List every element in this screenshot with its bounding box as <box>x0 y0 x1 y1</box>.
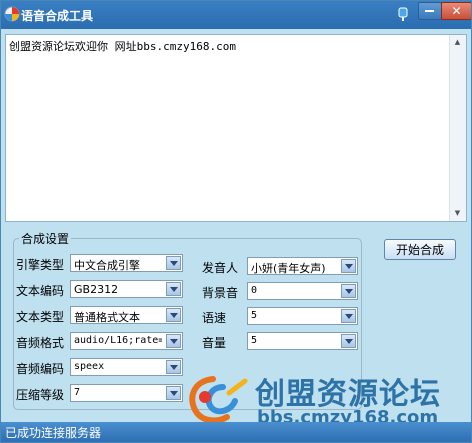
speed-select[interactable]: 5 <box>247 307 358 325</box>
text-content[interactable]: 创盟资源论坛欢迎你 网址bbs.cmzy168.com <box>9 38 236 54</box>
text-input-area[interactable]: 创盟资源论坛欢迎你 网址bbs.cmzy168.com ▲ ▼ <box>5 34 467 222</box>
chevron-down-icon[interactable] <box>341 334 356 348</box>
volume-label: 音量 <box>202 336 227 350</box>
text-type-select[interactable]: 普通格式文本 <box>70 306 183 324</box>
app-window: 语音合成工具 ✕ 创盟资源论坛欢迎你 网址bbs.cmzy168.com ▲ ▼… <box>0 0 472 443</box>
watermark-logo-icon <box>189 376 248 424</box>
volume-select[interactable]: 5 <box>247 332 358 350</box>
settings-group-title: 合成设置 <box>19 230 72 247</box>
speaker-label: 发音人 <box>202 261 239 275</box>
text-encoding-label: 文本编码 <box>16 284 65 298</box>
engine-type-select[interactable]: 中文合成引擎 <box>70 254 183 272</box>
audio-encoding-select[interactable]: speex <box>70 358 183 376</box>
start-synthesis-button[interactable]: 开始合成 <box>384 239 456 260</box>
scroll-down-icon[interactable]: ▼ <box>450 206 465 221</box>
close-icon: ✕ <box>451 4 462 18</box>
status-bar: 已成功连接服务器 <box>1 422 471 442</box>
text-encoding-select[interactable]: GB2312 <box>70 280 183 298</box>
chevron-down-icon[interactable] <box>166 334 181 348</box>
text-type-label: 文本类型 <box>16 310 65 324</box>
chevron-down-icon[interactable] <box>341 259 356 273</box>
chevron-down-icon[interactable] <box>341 309 356 323</box>
engine-type-label: 引擎类型 <box>16 258 65 272</box>
window-title: 语音合成工具 <box>21 9 94 23</box>
chevron-down-icon[interactable] <box>166 386 181 400</box>
compression-level-select[interactable]: 7 <box>70 384 183 402</box>
title-bar[interactable]: 语音合成工具 ✕ <box>1 1 471 29</box>
close-button[interactable]: ✕ <box>441 2 471 20</box>
chevron-down-icon[interactable] <box>166 360 181 374</box>
audio-format-label: 音频格式 <box>16 336 65 350</box>
chevron-down-icon[interactable] <box>166 256 181 270</box>
chevron-down-icon[interactable] <box>341 284 356 298</box>
speaker-select[interactable]: 小妍(青年女声) <box>247 257 358 275</box>
speed-label: 语速 <box>202 311 227 325</box>
compression-level-label: 压缩等级 <box>16 388 65 402</box>
minimize-button[interactable] <box>418 2 442 20</box>
audio-format-select[interactable]: audio/L16;rate= <box>70 332 183 350</box>
chevron-down-icon[interactable] <box>166 282 181 296</box>
pin-icon[interactable] <box>395 6 411 22</box>
chevron-down-icon[interactable] <box>166 308 181 322</box>
status-text: 已成功连接服务器 <box>5 426 102 440</box>
audio-encoding-label: 音频编码 <box>16 362 65 376</box>
background-sound-select[interactable]: 0 <box>247 282 358 300</box>
background-sound-label: 背景音 <box>202 286 239 300</box>
scroll-up-icon[interactable]: ▲ <box>450 35 465 50</box>
app-logo-icon <box>4 6 20 22</box>
vertical-scrollbar[interactable]: ▲ ▼ <box>449 35 466 221</box>
